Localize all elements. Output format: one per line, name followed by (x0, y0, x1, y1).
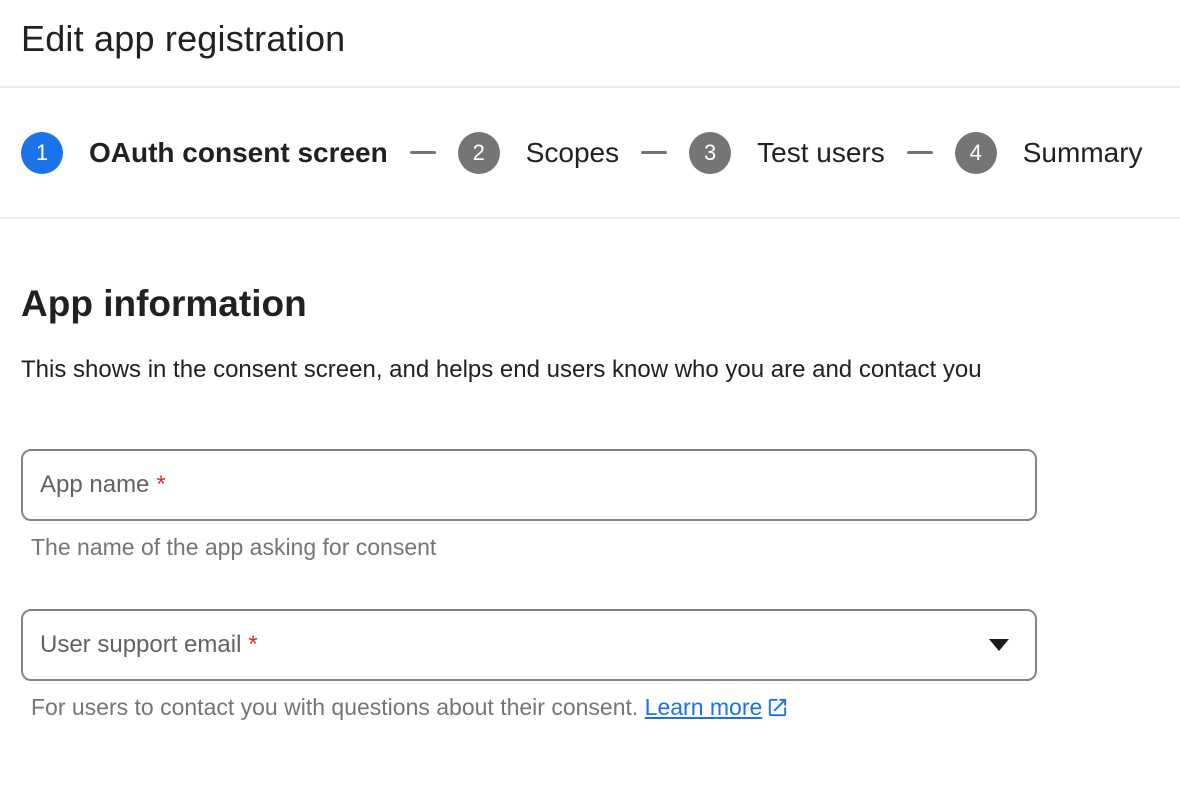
user-support-email-field-group: User support email * For users to contact… (21, 609, 1158, 721)
section-description: This shows in the consent screen, and he… (21, 349, 1011, 391)
step-1-label: OAuth consent screen (89, 137, 388, 169)
required-asterisk: * (248, 631, 257, 658)
user-support-email-label: User support email * (40, 631, 258, 659)
user-support-email-helper-sentence: For users to contact you with questions … (31, 694, 638, 720)
step-4-label: Summary (1023, 137, 1143, 169)
user-support-email-label-text: User support email (40, 631, 241, 658)
page-header: Edit app registration (0, 0, 1180, 88)
wizard-stepper: 1 OAuth consent screen 2 Scopes 3 Test u… (0, 88, 1180, 219)
step-separator (410, 151, 436, 154)
required-asterisk: * (156, 471, 165, 498)
step-2-label: Scopes (526, 137, 619, 169)
learn-more-link[interactable]: Learn more (645, 694, 763, 720)
app-name-label-text: App name (40, 471, 149, 498)
stepper-step-test-users[interactable]: 3 Test users (689, 132, 885, 174)
step-2-badge-icon: 2 (458, 132, 500, 174)
step-separator (907, 151, 933, 154)
step-1-badge-icon: 1 (21, 132, 63, 174)
app-name-input[interactable]: App name * (21, 449, 1037, 521)
form-content: App information This shows in the consen… (0, 283, 1180, 721)
app-name-field-group: App name * The name of the app asking for… (21, 449, 1158, 561)
user-support-email-helper-text: For users to contact you with questions … (31, 694, 1158, 721)
external-link-icon[interactable] (766, 696, 789, 719)
section-heading: App information (21, 283, 1158, 325)
dropdown-arrow-icon[interactable] (989, 639, 1009, 651)
stepper-step-scopes[interactable]: 2 Scopes (458, 132, 619, 174)
step-4-badge-icon: 4 (955, 132, 997, 174)
stepper-step-summary[interactable]: 4 Summary (955, 132, 1143, 174)
stepper-step-oauth-consent-screen[interactable]: 1 OAuth consent screen (21, 132, 388, 174)
step-3-badge-icon: 3 (689, 132, 731, 174)
page-title: Edit app registration (21, 18, 1158, 60)
app-name-label: App name * (40, 471, 166, 499)
step-separator (641, 151, 667, 154)
user-support-email-select[interactable]: User support email * (21, 609, 1037, 681)
step-3-label: Test users (757, 137, 885, 169)
app-name-helper-text: The name of the app asking for consent (31, 534, 1158, 561)
